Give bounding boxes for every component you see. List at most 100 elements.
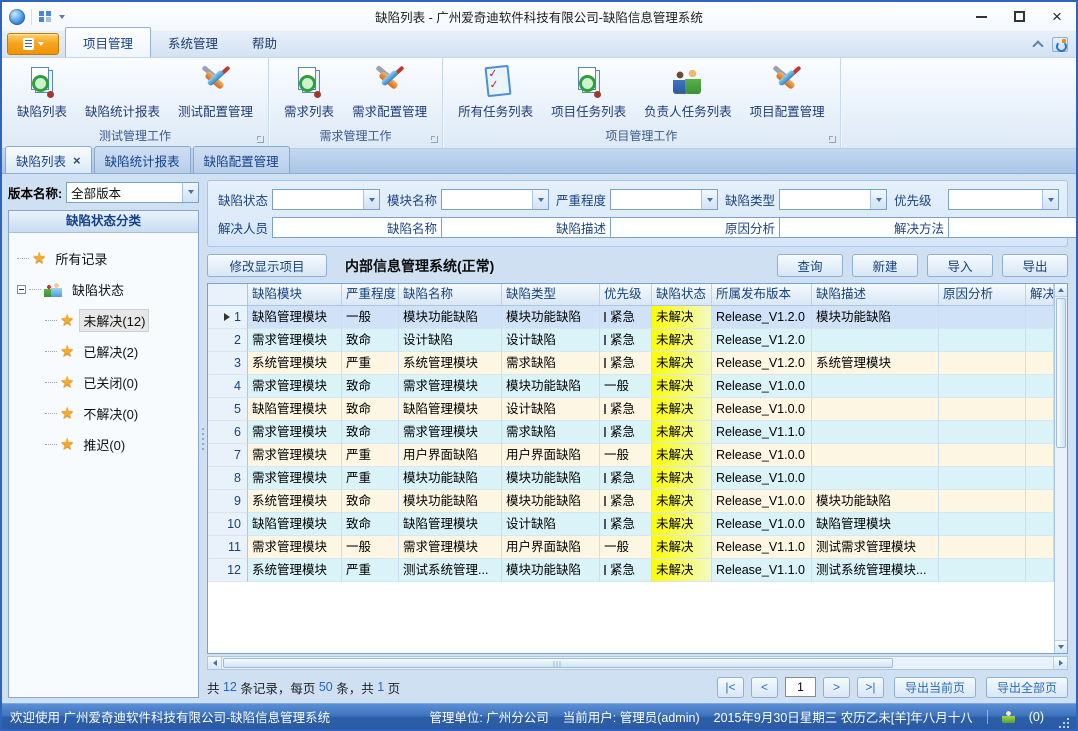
ribbon-tab-系统管理[interactable]: 系统管理 xyxy=(151,28,235,57)
ribbon-tab-项目管理[interactable]: 项目管理 xyxy=(65,27,151,57)
tree-item-不解决(0)[interactable]: ★不解决(0) xyxy=(17,398,196,429)
column-header-缺陷状态[interactable]: 缺陷状态 xyxy=(652,284,712,305)
column-header-所属发布版本[interactable]: 所属发布版本 xyxy=(712,284,812,305)
filter-input-解决方法[interactable] xyxy=(948,217,1078,238)
table-row[interactable]: 12系统管理模块严重测试系统管理...模块功能缺陷紧急未解决Release_V1… xyxy=(208,559,1054,582)
export-current-page-button[interactable]: 导出当前页 xyxy=(894,677,976,698)
collapse-ribbon-icon[interactable] xyxy=(1032,40,1043,51)
action-buttons: 查询新建导入导出 xyxy=(768,254,1068,277)
combo-dropdown-button[interactable] xyxy=(182,183,198,202)
combo-dropdown-button[interactable] xyxy=(363,190,379,209)
table-row[interactable]: 9系统管理模块致命模块功能缺陷模块功能缺陷紧急未解决Release_V1.0.0… xyxy=(208,490,1054,513)
cell-type: 模块功能缺陷 xyxy=(502,490,600,513)
ribbon-button-负责人任务列表[interactable]: 负责人任务列表 xyxy=(637,62,739,122)
action-button-导出[interactable]: 导出 xyxy=(1002,254,1068,277)
column-header-缺陷描述[interactable]: 缺陷描述 xyxy=(812,284,939,305)
grid-empty-area xyxy=(208,582,1054,653)
export-all-pages-button[interactable]: 导出全部页 xyxy=(986,677,1068,698)
header-rowhead xyxy=(208,284,248,305)
column-header-解决方法[interactable]: 解决方法 xyxy=(1026,284,1054,305)
application-menu-button[interactable] xyxy=(7,33,59,55)
help-icon[interactable] xyxy=(1052,37,1068,52)
ribbon-button-缺陷统计报表[interactable]: 缺陷统计报表 xyxy=(78,62,167,122)
horizontal-scroll-thumb[interactable] xyxy=(223,658,893,668)
ribbon-tab-帮助[interactable]: 帮助 xyxy=(235,28,294,57)
tree-item-未解决(12)[interactable]: ★未解决(12) xyxy=(17,305,196,336)
ribbon-button-测试配置管理[interactable]: 测试配置管理 xyxy=(171,62,260,122)
tree-item-已解决(2)[interactable]: ★已解决(2) xyxy=(17,336,196,367)
ribbon-button-项目配置管理[interactable]: 项目配置管理 xyxy=(743,62,832,122)
filter-combobox-模块名称[interactable] xyxy=(441,189,549,210)
close-button[interactable]: × xyxy=(1038,5,1076,29)
action-button-导入[interactable]: 导入 xyxy=(927,254,993,277)
filter-combobox-严重程度[interactable] xyxy=(610,189,718,210)
tree-item-已关闭(0)[interactable]: ★已关闭(0) xyxy=(17,367,196,398)
chevron-down-icon[interactable] xyxy=(59,15,65,19)
table-row[interactable]: 10缺陷管理模块致命缺陷管理模块设计缺陷紧急未解决Release_V1.0.0缺… xyxy=(208,513,1054,536)
grid-icon[interactable] xyxy=(38,10,53,23)
minimize-button[interactable] xyxy=(962,5,1000,29)
cell-type: 模块功能缺陷 xyxy=(502,467,600,490)
collapse-node-icon[interactable] xyxy=(17,285,26,294)
ribbon-button-缺陷列表[interactable]: 缺陷列表 xyxy=(10,62,74,122)
scroll-down-button[interactable] xyxy=(1055,640,1067,653)
scroll-left-button[interactable] xyxy=(208,657,222,669)
dialog-launcher-icon[interactable] xyxy=(431,136,438,143)
next-page-button[interactable]: > xyxy=(823,677,850,698)
combo-dropdown-button[interactable] xyxy=(1042,190,1058,209)
tree-item-推迟(0)[interactable]: ★推迟(0) xyxy=(17,429,196,460)
dialog-launcher-icon[interactable] xyxy=(257,136,264,143)
table-row[interactable]: 5缺陷管理模块致命缺陷管理模块设计缺陷紧急未解决Release_V1.0.0 xyxy=(208,398,1054,421)
column-header-原因分析[interactable]: 原因分析 xyxy=(939,284,1026,305)
horizontal-scrollbar[interactable] xyxy=(207,656,1068,670)
dialog-launcher-icon[interactable] xyxy=(829,136,836,143)
tree-item-所有记录[interactable]: ★所有记录 xyxy=(17,243,196,274)
column-header-缺陷模块[interactable]: 缺陷模块 xyxy=(248,284,342,305)
page-number-input[interactable] xyxy=(785,677,816,697)
table-row[interactable]: 3系统管理模块严重系统管理模块需求缺陷紧急未解决Release_V1.2.0系统… xyxy=(208,352,1054,375)
column-header-缺陷名称[interactable]: 缺陷名称 xyxy=(399,284,502,305)
table-row[interactable]: 11需求管理模块一般需求管理模块用户界面缺陷一般未解决Release_V1.1.… xyxy=(208,536,1054,559)
table-row[interactable]: 8需求管理模块严重模块功能缺陷模块功能缺陷紧急未解决Release_V1.0.0 xyxy=(208,467,1054,490)
maximize-button[interactable] xyxy=(1000,5,1038,29)
tree-item-缺陷状态[interactable]: 缺陷状态 xyxy=(17,274,196,305)
table-row[interactable]: 4需求管理模块致命需求管理模块模块功能缺陷一般未解决Release_V1.0.0 xyxy=(208,375,1054,398)
document-tab-缺陷列表[interactable]: 缺陷列表× xyxy=(5,146,92,173)
cell-priority: 紧急 xyxy=(600,559,652,582)
last-page-button[interactable]: >| xyxy=(857,677,884,698)
ribbon-button-需求列表[interactable]: 需求列表 xyxy=(277,62,341,122)
vertical-scrollbar[interactable] xyxy=(1054,284,1067,653)
prev-page-button[interactable]: < xyxy=(751,677,778,698)
filter-combobox-优先级[interactable] xyxy=(948,189,1059,210)
sidebar-splitter[interactable] xyxy=(199,174,207,703)
vertical-scroll-thumb[interactable] xyxy=(1056,298,1066,448)
ribbon-tabs: 项目管理系统管理帮助 xyxy=(65,27,294,57)
filter-combobox-缺陷状态[interactable] xyxy=(272,189,380,210)
resize-grip-icon[interactable] xyxy=(1058,717,1070,729)
combo-dropdown-button[interactable] xyxy=(532,190,548,209)
table-row[interactable]: 7需求管理模块严重用户界面缺陷用户界面缺陷一般未解决Release_V1.0.0 xyxy=(208,444,1054,467)
scroll-up-button[interactable] xyxy=(1055,284,1067,297)
combo-dropdown-button[interactable] xyxy=(701,190,717,209)
close-tab-icon[interactable]: × xyxy=(73,156,81,166)
column-header-缺陷类型[interactable]: 缺陷类型 xyxy=(502,284,600,305)
filter-combobox-缺陷类型[interactable] xyxy=(779,189,887,210)
document-tab-缺陷配置管理[interactable]: 缺陷配置管理 xyxy=(193,146,290,173)
table-row[interactable]: 6需求管理模块致命需求管理模块需求缺陷紧急未解决Release_V1.1.0 xyxy=(208,421,1054,444)
column-header-严重程度[interactable]: 严重程度 xyxy=(342,284,399,305)
combo-dropdown-button[interactable] xyxy=(870,190,886,209)
action-button-新建[interactable]: 新建 xyxy=(852,254,918,277)
action-button-查询[interactable]: 查询 xyxy=(777,254,843,277)
modify-columns-button[interactable]: 修改显示项目 xyxy=(207,254,327,277)
first-page-button[interactable]: |< xyxy=(717,677,744,698)
ribbon-button-需求配置管理[interactable]: 需求配置管理 xyxy=(345,62,434,122)
ribbon-button-项目任务列表[interactable]: 项目任务列表 xyxy=(544,62,633,122)
ribbon-button-所有任务列表[interactable]: 所有任务列表 xyxy=(451,62,540,122)
document-tab-缺陷统计报表[interactable]: 缺陷统计报表 xyxy=(94,146,191,173)
cell-name: 用户界面缺陷 xyxy=(399,444,502,467)
scroll-right-button[interactable] xyxy=(1053,657,1067,669)
column-header-优先级[interactable]: 优先级 xyxy=(600,284,652,305)
version-combobox[interactable]: 全部版本 xyxy=(66,182,199,203)
table-row[interactable]: 1缺陷管理模块一般模块功能缺陷模块功能缺陷紧急未解决Release_V1.2.0… xyxy=(208,306,1054,329)
table-row[interactable]: 2需求管理模块致命设计缺陷设计缺陷紧急未解决Release_V1.2.0 xyxy=(208,329,1054,352)
